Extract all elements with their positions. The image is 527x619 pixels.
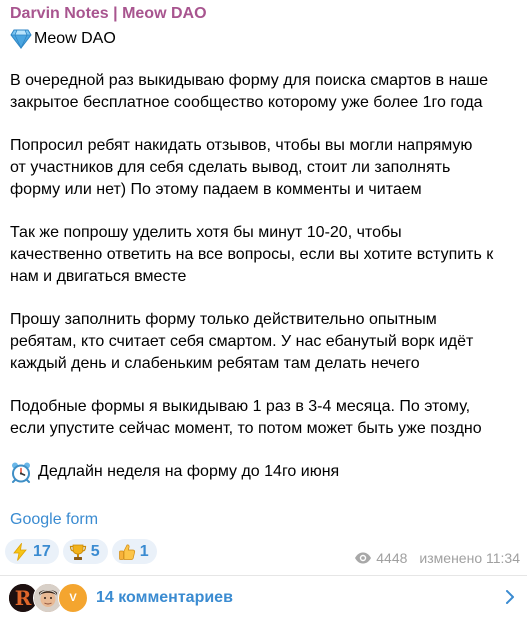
- post-paragraph: Подобные формы я выкидываю 1 раз в 3-4 м…: [10, 396, 522, 440]
- reaction-trophy[interactable]: 5: [62, 539, 108, 564]
- deadline-text: Дедлайн неделя на форму до 14го июня: [38, 463, 340, 480]
- text-line: Попросил ребят накидать отзывов, чтобы в…: [10, 137, 473, 154]
- text-line: качественно ответить на все вопросы, есл…: [10, 246, 494, 263]
- edited-timestamp: изменено 11:34: [419, 550, 520, 566]
- google-form-link[interactable]: Google form: [10, 511, 98, 529]
- post-paragraph: Попросил ребят накидать отзывов, чтобы в…: [10, 135, 522, 201]
- text-line: от участников для себя сделать вывод, ст…: [10, 159, 451, 176]
- text-line: Прошу заполнить форму только действитель…: [10, 311, 437, 328]
- post-subtitle-row: Meow DAO: [10, 27, 116, 51]
- post-meta: 4448 изменено 11:34: [354, 550, 520, 566]
- post-paragraph: Так же попрошу уделить хотя бы минут 10-…: [10, 222, 522, 288]
- post-body: В очередной раз выкидываю форму для поис…: [10, 70, 522, 483]
- alarm-clock-icon: [12, 462, 30, 483]
- post-paragraph: Прошу заполнить форму только действитель…: [10, 309, 522, 375]
- channel-name[interactable]: Darvin Notes | Meow DAO: [10, 5, 207, 23]
- comments-count-label: 14 комментариев: [96, 588, 233, 606]
- text-line: если упустите сейчас момент, то потом мо…: [10, 420, 482, 437]
- thumbs-up-emoji-icon: [118, 544, 135, 560]
- gem-icon: [10, 29, 32, 49]
- eye-icon: [355, 552, 372, 564]
- text-line: закрытое бесплатное сообщество которому …: [10, 94, 483, 111]
- post-paragraph: В очередной раз выкидываю форму для поис…: [10, 70, 522, 114]
- reaction-thumbs-up[interactable]: 1: [111, 539, 157, 564]
- view-count: 4448: [376, 550, 408, 566]
- chevron-right-icon: [506, 590, 514, 604]
- commenter-avatars: R V: [8, 582, 90, 613]
- text-line: Так же попрошу уделить хотя бы минут 10-…: [10, 224, 402, 241]
- reaction-count: 1: [139, 542, 149, 560]
- deadline-line: Дедлайн неделя на форму до 14го июня: [10, 461, 522, 483]
- reaction-count: 17: [33, 542, 51, 560]
- text-line: В очередной раз выкидываю форму для поис…: [10, 72, 489, 89]
- reactions-bar: 17 5 1: [5, 539, 157, 564]
- reaction-zap[interactable]: 17: [5, 539, 59, 564]
- text-line: форму или нет) По этому падаем в коммент…: [10, 181, 422, 198]
- text-line: Подобные формы я выкидываю 1 раз в 3-4 м…: [10, 398, 471, 415]
- zap-emoji-icon: [13, 542, 27, 561]
- post-subtitle: Meow DAO: [34, 30, 116, 47]
- reaction-count: 5: [90, 542, 100, 560]
- avatar: V: [58, 582, 88, 613]
- text-line: нам и двигаться вместе: [10, 268, 187, 285]
- text-line: ребятам, кто считает себя смартом. У нас…: [10, 333, 474, 350]
- svg-text:R: R: [15, 586, 32, 610]
- comments-button[interactable]: R V 14 комментариев: [0, 576, 527, 619]
- trophy-emoji-icon: [69, 544, 86, 560]
- channel-post: Darvin Notes | Meow DAO Meow DAO В очере…: [0, 0, 527, 619]
- text-line: каждый день и слабеньким ребятам там дел…: [10, 355, 420, 372]
